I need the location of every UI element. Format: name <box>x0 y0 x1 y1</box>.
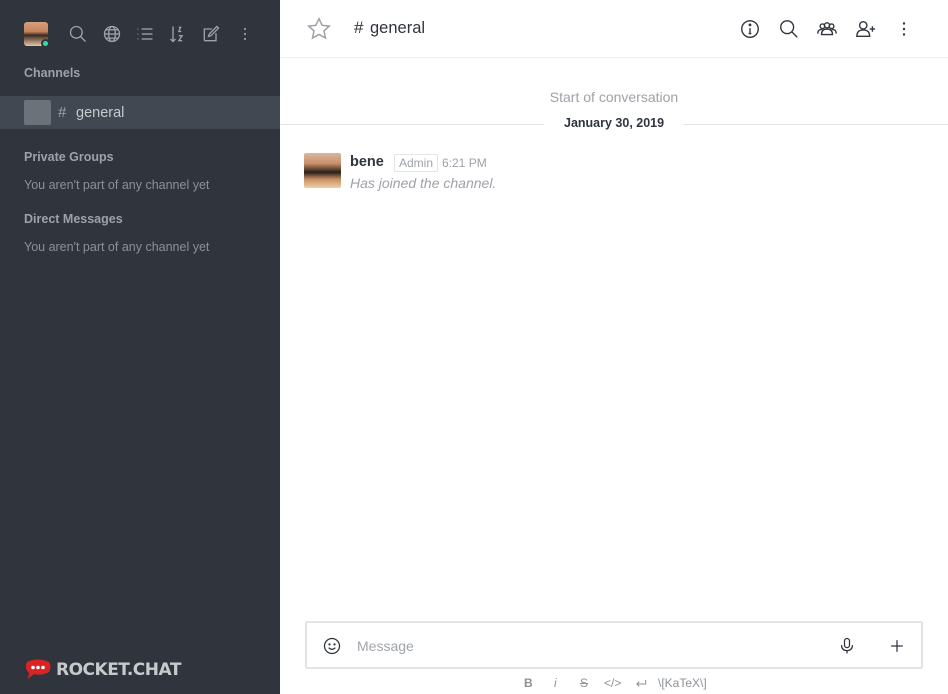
sidebar-item-general[interactable]: # general <box>0 96 280 129</box>
microphone-icon[interactable] <box>836 635 858 657</box>
message-composer <box>305 621 923 669</box>
avatar[interactable] <box>304 153 341 188</box>
channel-avatar <box>24 100 51 125</box>
add-user-icon[interactable] <box>854 17 878 41</box>
search-icon[interactable] <box>777 17 801 41</box>
rocket-chat-logo: ROCKET.CHAT <box>24 656 181 684</box>
members-icon[interactable] <box>815 17 839 41</box>
bold-button[interactable]: B <box>524 676 533 690</box>
globe-icon[interactable] <box>100 22 124 46</box>
sidebar: Channels # general Private Groups You ar… <box>0 0 280 694</box>
sidebar-item-label: general <box>76 105 125 121</box>
message-username[interactable]: bene <box>350 154 384 170</box>
emoji-icon[interactable] <box>321 635 343 657</box>
room-header: # general <box>280 0 948 58</box>
formatting-toolbar: B i S </> \[KaTeX\] <box>280 674 948 694</box>
hash-icon: # <box>354 18 364 37</box>
sidebar-toolbar <box>0 0 280 64</box>
strike-button[interactable]: S <box>580 676 588 690</box>
private-groups-heading: Private Groups <box>24 150 114 164</box>
message-time: 6:21 PM <box>442 156 487 170</box>
start-of-conversation: Start of conversation <box>549 89 679 105</box>
room-title: general <box>370 19 426 37</box>
multiline-icon[interactable] <box>634 677 648 691</box>
katex-button[interactable]: \[KaTeX\] <box>658 676 707 690</box>
hash-icon: # <box>58 104 67 121</box>
kebab-icon[interactable] <box>892 17 916 41</box>
direct-messages-empty-text: You aren't part of any channel yet <box>24 240 210 254</box>
star-icon[interactable] <box>306 16 332 42</box>
message-text: Has joined the channel. <box>350 175 497 191</box>
main-panel: # general Start of conversation January … <box>280 0 948 694</box>
user-avatar[interactable] <box>24 22 50 48</box>
italic-button[interactable]: i <box>554 676 557 690</box>
plus-icon[interactable] <box>886 635 908 657</box>
compose-icon[interactable] <box>199 22 223 46</box>
date-label: January 30, 2019 <box>544 116 685 130</box>
role-badge: Admin <box>394 154 439 172</box>
list-icon[interactable] <box>133 22 157 46</box>
logo-text: ROCKET.CHAT <box>56 660 181 680</box>
code-button[interactable]: </> <box>604 676 621 690</box>
rocket-logo-icon <box>25 659 51 679</box>
more-icon[interactable] <box>233 22 257 46</box>
info-icon[interactable] <box>738 17 762 41</box>
search-icon[interactable] <box>66 22 90 46</box>
private-groups-empty-text: You aren't part of any channel yet <box>24 178 210 192</box>
sort-icon[interactable] <box>166 22 190 46</box>
message-input[interactable] <box>357 633 827 659</box>
online-status-icon <box>41 39 50 48</box>
direct-messages-heading: Direct Messages <box>24 212 123 226</box>
channels-heading: Channels <box>24 66 81 80</box>
